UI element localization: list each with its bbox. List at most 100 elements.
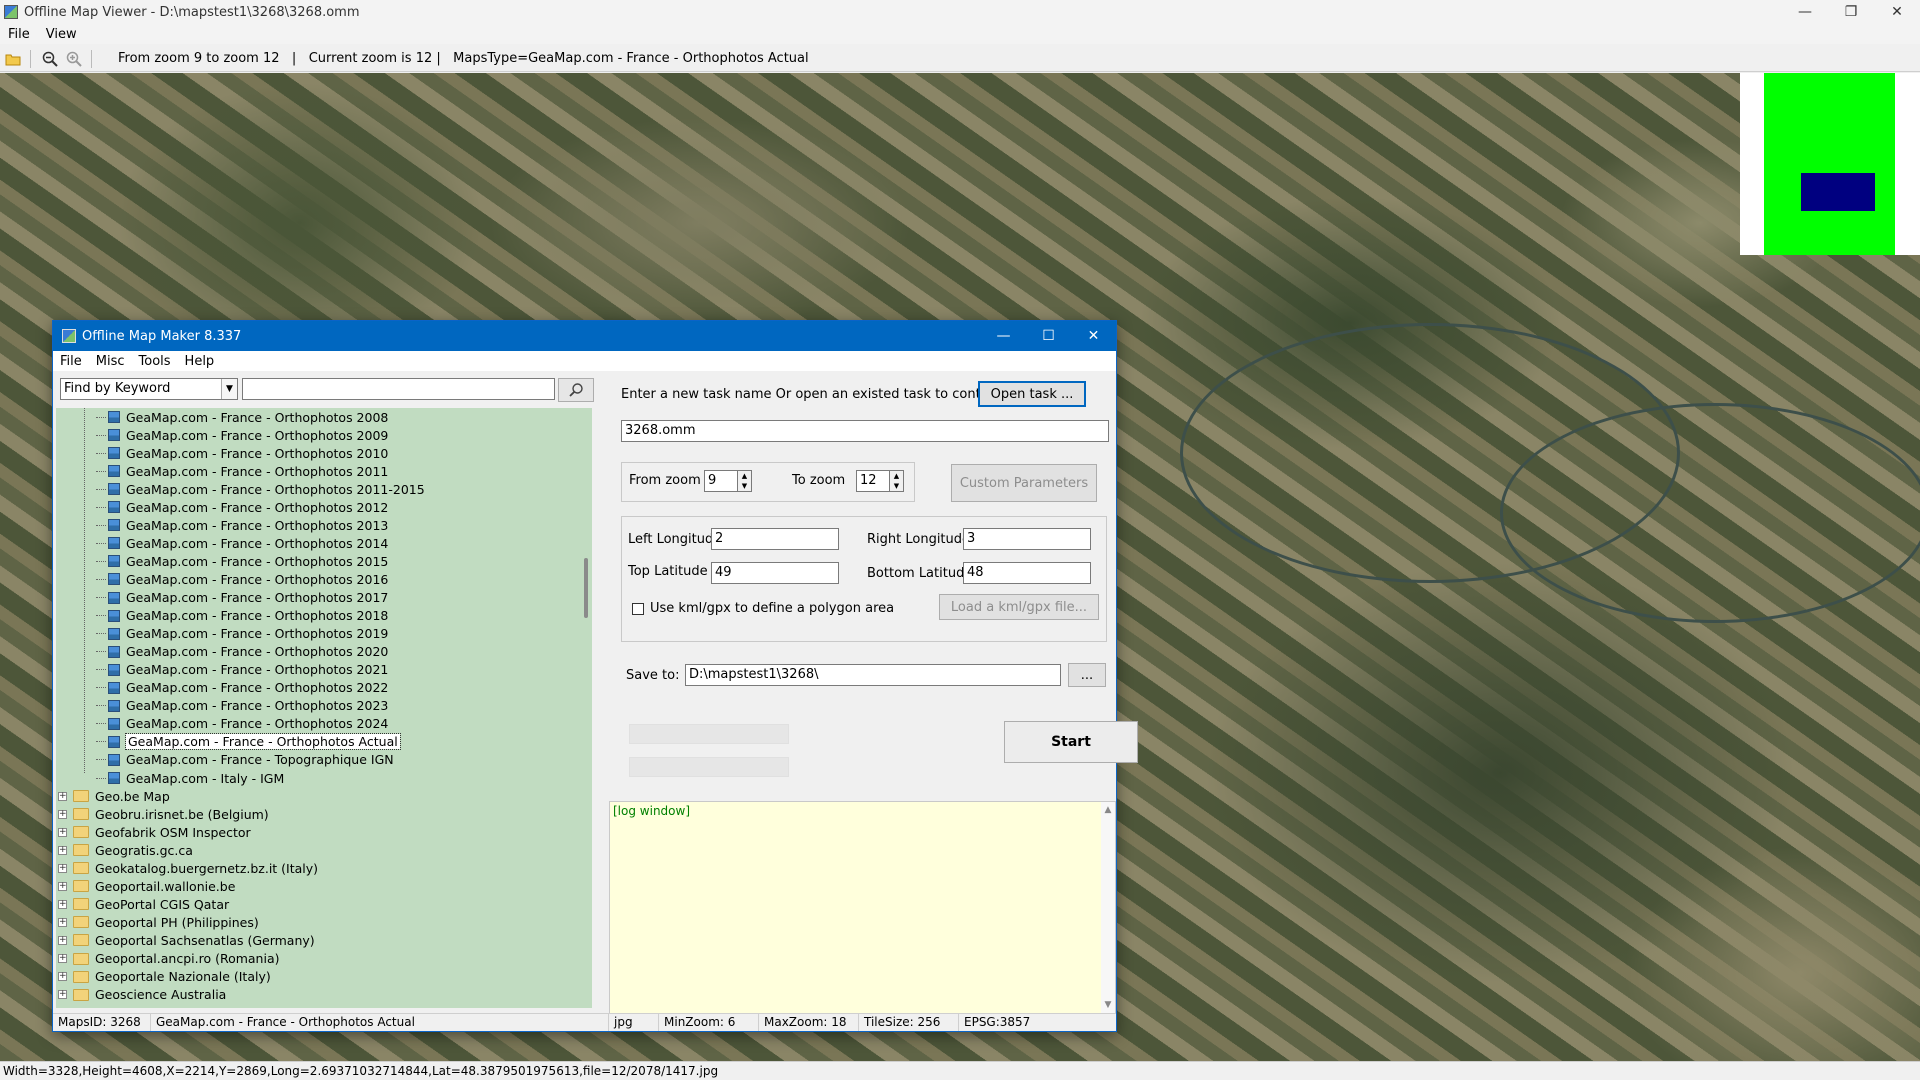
keyword-input[interactable] (242, 378, 555, 400)
tree-item[interactable]: GeaMap.com - France - Orthophotos 2012 (96, 498, 388, 516)
load-kml-button[interactable]: Load a kml/gpx file... (939, 594, 1099, 620)
right-longitude-input[interactable]: 3 (963, 528, 1091, 550)
search-button[interactable] (558, 378, 594, 402)
tree-item[interactable]: GeaMap.com - France - Orthophotos 2010 (96, 444, 388, 462)
toolbar-separator (30, 49, 31, 68)
tree-item[interactable]: GeaMap.com - France - Topographique IGN (96, 751, 394, 769)
left-longitude-input[interactable]: 2 (711, 528, 839, 550)
menu-view[interactable]: View (38, 27, 85, 42)
expand-icon[interactable]: + (58, 845, 67, 855)
expand-icon[interactable]: + (58, 917, 67, 927)
tree-item[interactable]: GeaMap.com - France - Orthophotos 2014 (96, 534, 388, 552)
tree-item[interactable]: GeaMap.com - Italy - IGM (96, 769, 284, 787)
spin-down-icon[interactable]: ▼ (738, 481, 751, 491)
tree-connector (96, 651, 106, 653)
expand-icon[interactable]: + (58, 954, 67, 963)
tree-item[interactable]: GeaMap.com - France - Orthophotos 2013 (96, 516, 388, 534)
top-latitude-input[interactable]: 49 (711, 562, 839, 584)
zoom-out-icon[interactable] (39, 48, 61, 70)
save-path-input[interactable]: D:\mapstest1\3268\ (685, 664, 1061, 686)
tree-item-label: GeaMap.com - France - Orthophotos 2018 (126, 608, 389, 624)
dialog-minimize-icon[interactable]: — (981, 321, 1026, 351)
tree-item[interactable]: GeaMap.com - France - Orthophotos 2023 (96, 697, 388, 715)
expand-icon[interactable]: + (58, 881, 67, 891)
from-zoom-stepper[interactable]: 9 ▲ ▼ (704, 470, 752, 492)
map-layer-icon (108, 663, 120, 676)
to-zoom-stepper[interactable]: 12 ▲ ▼ (856, 470, 904, 492)
tree-item[interactable]: GeaMap.com - France - Orthophotos 2020 (96, 643, 388, 661)
tree-folder[interactable]: + Geofabrik OSM Inspector (58, 823, 251, 841)
tree-folder-label: Geoportail.wallonie.be (95, 878, 236, 894)
menu-file[interactable]: File (0, 27, 38, 42)
dialog-menu-misc[interactable]: Misc (89, 354, 132, 369)
tree-folder[interactable]: + Geogratis.gc.ca (58, 841, 193, 859)
log-scrollbar[interactable]: ▲ ▼ (1101, 802, 1115, 1013)
search-mode-select[interactable]: Find by Keyword ▼ (60, 378, 238, 400)
tree-item[interactable]: GeaMap.com - France - Orthophotos 2018 (96, 607, 388, 625)
scroll-up-icon[interactable]: ▲ (1105, 805, 1112, 815)
tree-folder[interactable]: + Geoportal PH (Philippines) (58, 913, 259, 931)
dialog-close-icon[interactable]: ✕ (1071, 321, 1116, 351)
tree-item[interactable]: GeaMap.com - France - Orthophotos 2016 (96, 570, 388, 588)
expand-icon[interactable]: + (58, 863, 67, 873)
start-button[interactable]: Start (1004, 721, 1138, 763)
map-layer-icon (108, 627, 120, 640)
log-window[interactable]: [log window] ▲ ▼ (609, 801, 1116, 1014)
tree-item[interactable]: GeaMap.com - France - Orthophotos 2011 (96, 462, 388, 480)
kml-checkbox[interactable] (632, 603, 644, 615)
tree-item[interactable]: GeaMap.com - France - Orthophotos 2009 (96, 426, 388, 444)
tree-item[interactable]: GeaMap.com - France - Orthophotos 2021 (96, 661, 388, 679)
tree-item[interactable]: GeaMap.com - France - Orthophotos 2024 (96, 715, 388, 733)
tree-folder[interactable]: + Geoportail.wallonie.be (58, 877, 235, 895)
expand-icon[interactable]: + (58, 827, 67, 837)
spin-down-icon[interactable]: ▼ (890, 481, 903, 491)
tree-folder[interactable]: + Geoportal.ancpi.ro (Romania) (58, 950, 280, 968)
expand-icon[interactable]: + (58, 791, 67, 801)
dialog-menu-tools[interactable]: Tools (132, 354, 178, 369)
tree-folder[interactable]: + Geoportal Sachsenatlas (Germany) (58, 931, 315, 949)
dialog-menu-file[interactable]: File (53, 354, 89, 369)
expand-icon[interactable]: + (58, 809, 67, 819)
tree-folder[interactable]: + GeoPortal CGIS Qatar (58, 895, 229, 913)
tree-scrollbar[interactable] (582, 408, 592, 1008)
custom-parameters-button[interactable]: Custom Parameters (951, 464, 1097, 502)
tree-scrollbar-thumb[interactable] (584, 558, 588, 618)
tree-item[interactable]: GeaMap.com - France - Orthophotos Actual (96, 733, 401, 751)
tree-item[interactable]: GeaMap.com - France - Orthophotos 2019 (96, 625, 388, 643)
dialog-menu-help[interactable]: Help (178, 354, 222, 369)
minimap-viewport[interactable] (1801, 173, 1875, 211)
chevron-down-icon[interactable]: ▼ (221, 379, 237, 399)
expand-icon[interactable]: + (58, 935, 67, 945)
task-name-input[interactable]: 3268.omm (621, 420, 1109, 442)
expand-icon[interactable]: + (58, 972, 67, 982)
bottom-latitude-input[interactable]: 48 (963, 562, 1091, 584)
spin-up-icon[interactable]: ▲ (890, 471, 903, 481)
tree-connector (96, 470, 106, 472)
map-source-tree[interactable]: GeaMap.com - France - Orthophotos 2008 Ge… (56, 408, 592, 1008)
tree-item[interactable]: GeaMap.com - France - Orthophotos 2008 (96, 408, 388, 426)
minimap[interactable] (1740, 73, 1920, 255)
dialog-maximize-icon[interactable]: ☐ (1026, 321, 1071, 351)
browse-button[interactable]: ... (1068, 663, 1106, 687)
tree-item[interactable]: GeaMap.com - France - Orthophotos 2022 (96, 679, 388, 697)
close-icon[interactable]: ✕ (1874, 0, 1920, 24)
tree-folder[interactable]: + Geoscience Australia (58, 986, 226, 1004)
map-source-pane: Find by Keyword ▼ GeaMap.com - France - … (53, 371, 598, 1017)
open-folder-icon[interactable] (2, 48, 24, 70)
scroll-down-icon[interactable]: ▼ (1105, 1000, 1112, 1010)
tree-folder[interactable]: + Geoportale Nazionale (Italy) (58, 968, 271, 986)
restore-icon[interactable]: ❐ (1828, 0, 1874, 24)
zoom-in-icon[interactable] (63, 48, 85, 70)
tree-folder[interactable]: + Geo.be Map (58, 787, 170, 805)
tree-folder[interactable]: + Geokatalog.buergernetz.bz.it (Italy) (58, 859, 318, 877)
save-to-label: Save to: (626, 668, 680, 683)
open-task-button[interactable]: Open task ... (978, 381, 1086, 407)
tree-item[interactable]: GeaMap.com - France - Orthophotos 2017 (96, 589, 388, 607)
tree-item[interactable]: GeaMap.com - France - Orthophotos 2011-2… (96, 480, 425, 498)
expand-icon[interactable]: + (58, 899, 67, 909)
expand-icon[interactable]: + (58, 990, 67, 1000)
tree-folder[interactable]: + Geobru.irisnet.be (Belgium) (58, 805, 269, 823)
spin-up-icon[interactable]: ▲ (738, 471, 751, 481)
minimize-icon[interactable]: — (1782, 0, 1828, 24)
tree-item[interactable]: GeaMap.com - France - Orthophotos 2015 (96, 552, 388, 570)
